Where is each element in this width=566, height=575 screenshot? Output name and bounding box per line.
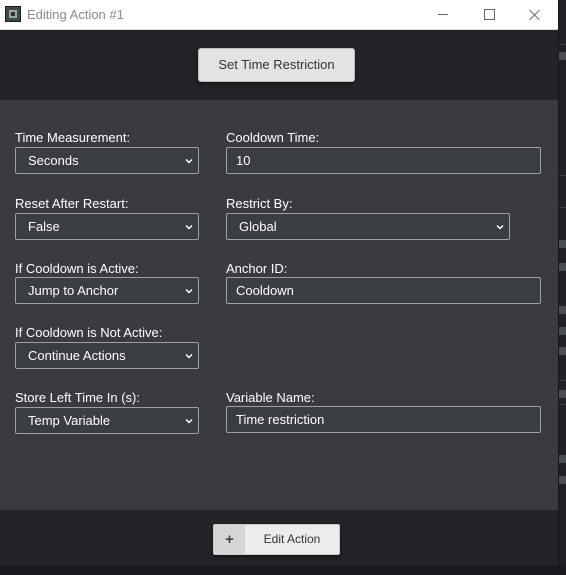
title-bar[interactable]: Editing Action #1	[0, 0, 558, 30]
close-icon	[529, 9, 541, 21]
if-cooldown-active-label: If Cooldown is Active:	[15, 261, 139, 276]
if-cooldown-not-active-value: Continue Actions	[28, 348, 126, 363]
app-icon	[5, 6, 21, 22]
minimize-button[interactable]	[420, 0, 466, 29]
background-divider	[558, 380, 566, 381]
edit-action-label: Edit Action	[263, 532, 321, 546]
if-cooldown-active-select[interactable]: Jump to Anchor	[15, 277, 199, 304]
anchor-id-input[interactable]: Cooldown	[226, 277, 541, 304]
background-divider	[558, 175, 566, 176]
anchor-id-label: Anchor ID:	[226, 261, 288, 276]
reset-after-restart-label: Reset After Restart:	[15, 196, 129, 211]
cooldown-time-input[interactable]: 10	[226, 147, 541, 174]
chevron-down-icon	[185, 352, 193, 359]
variable-name-label: Variable Name:	[226, 390, 315, 405]
background-text-fragment	[559, 306, 566, 314]
background-text-fragment	[559, 327, 566, 335]
background-divider	[558, 207, 566, 208]
maximize-icon	[483, 9, 495, 20]
background-text-fragment	[559, 263, 566, 271]
background-divider	[558, 44, 566, 45]
chevron-down-icon	[185, 157, 193, 164]
if-cooldown-not-active-select[interactable]: Continue Actions	[15, 342, 199, 369]
maximize-button[interactable]	[466, 0, 512, 29]
chevron-down-icon	[185, 223, 193, 230]
if-cooldown-not-active-label: If Cooldown is Not Active:	[15, 325, 163, 340]
reset-after-restart-value: False	[28, 219, 60, 234]
background-text-fragment	[559, 240, 566, 248]
store-left-time-value: Temp Variable	[28, 413, 111, 428]
chevron-down-icon	[185, 417, 193, 424]
background-text-fragment	[559, 347, 566, 355]
edit-action-button[interactable]: + Edit Action	[213, 524, 340, 555]
background-text-fragment	[559, 52, 566, 60]
time-measurement-select[interactable]: Seconds	[15, 147, 199, 174]
restrict-by-value: Global	[239, 219, 277, 234]
chevron-down-icon	[496, 223, 504, 230]
plus-icon: +	[214, 525, 245, 554]
time-measurement-label: Time Measurement:	[15, 130, 131, 145]
cooldown-time-label: Cooldown Time:	[226, 130, 320, 145]
set-time-restriction-button[interactable]: Set Time Restriction	[198, 48, 355, 82]
store-left-time-select[interactable]: Temp Variable	[15, 407, 199, 434]
background-window-edge	[558, 0, 566, 575]
background-taskbar-strip	[0, 566, 566, 575]
close-button[interactable]	[512, 0, 558, 29]
if-cooldown-active-value: Jump to Anchor	[28, 283, 119, 298]
time-measurement-value: Seconds	[28, 153, 79, 168]
window-title: Editing Action #1	[27, 7, 124, 22]
editing-action-dialog: Editing Action #1 Set Time Restriction T…	[0, 0, 558, 566]
background-divider	[558, 404, 566, 405]
minimize-icon	[438, 14, 448, 15]
background-text-fragment	[559, 390, 566, 398]
restrict-by-select[interactable]: Global	[226, 213, 510, 240]
store-left-time-label: Store Left Time In (s):	[15, 390, 140, 405]
reset-after-restart-select[interactable]: False	[15, 213, 199, 240]
restrict-by-label: Restrict By:	[226, 196, 293, 211]
background-text-fragment	[559, 476, 566, 484]
variable-name-input[interactable]: Time restriction	[226, 406, 541, 433]
background-text-fragment	[559, 455, 566, 463]
chevron-down-icon	[185, 287, 193, 294]
